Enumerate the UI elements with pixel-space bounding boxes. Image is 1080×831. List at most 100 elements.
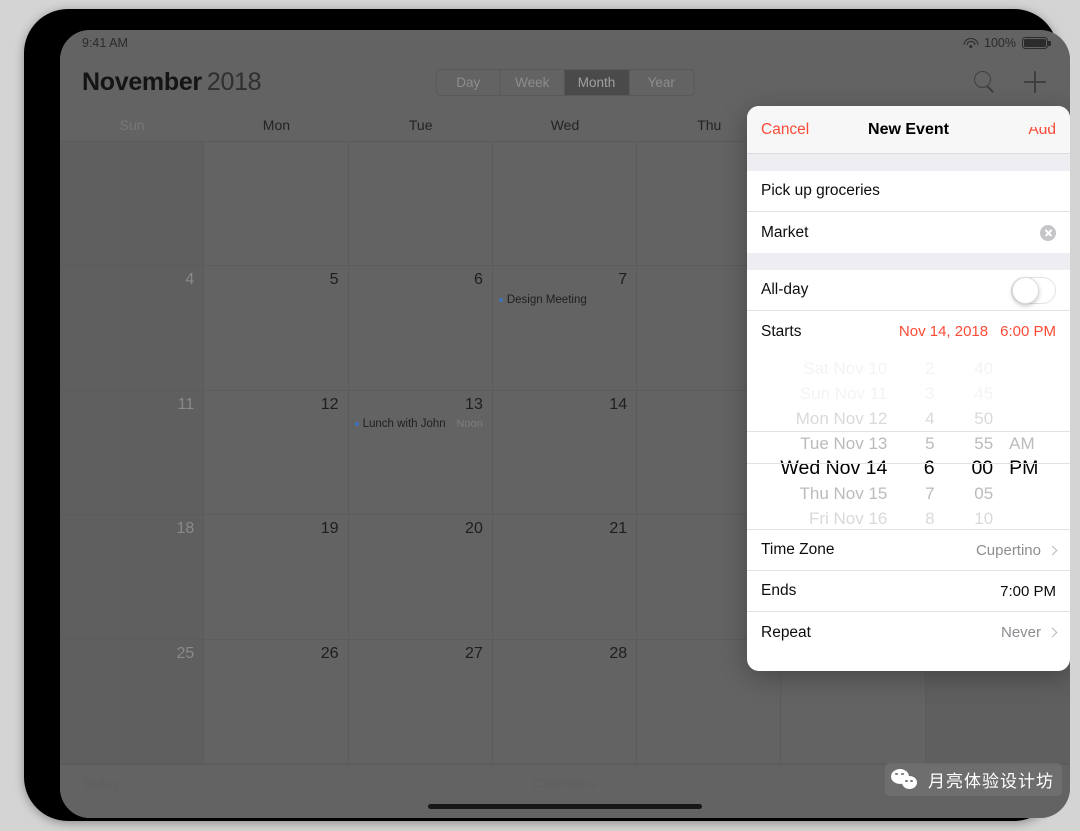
location-field-row[interactable]: Market <box>747 212 1070 253</box>
picker-ampm-item[interactable] <box>999 381 1070 406</box>
plus-icon[interactable] <box>1022 69 1048 95</box>
day-cell[interactable]: 28 <box>492 639 638 764</box>
picker-day-item[interactable]: Tue Nov 13 <box>747 431 893 456</box>
day-cell[interactable]: 4 <box>60 266 205 391</box>
day-cell[interactable]: 19 <box>204 515 349 640</box>
day-number: 13 <box>465 395 483 413</box>
picker-hour-item[interactable]: 6 <box>893 456 940 481</box>
status-bar-time: 9:41 AM <box>82 36 128 50</box>
picker-day-item[interactable]: Sun Nov 11 <box>747 381 893 406</box>
today-button[interactable]: Today <box>82 775 119 791</box>
picker-ampm-item[interactable] <box>999 481 1070 506</box>
weekday-header-wed: Wed <box>550 116 580 133</box>
day-cell[interactable]: 14 <box>492 390 638 516</box>
time-zone-label: Time Zone <box>761 541 835 558</box>
day-cell[interactable]: 18 <box>60 515 205 640</box>
starts-row[interactable]: Starts Nov 14, 2018 6:00 PM <box>747 311 1070 352</box>
details-group: Pick up groceries Market <box>747 171 1070 253</box>
picker-day-item[interactable]: Fri Nov 16 <box>747 506 893 529</box>
repeat-row[interactable]: Repeat Never <box>747 612 1070 653</box>
day-number: 20 <box>465 520 483 538</box>
all-day-toggle[interactable] <box>1011 276 1056 304</box>
title-field-row[interactable]: Pick up groceries <box>747 171 1070 212</box>
day-cell[interactable]: 11 <box>60 390 205 516</box>
picker-hour-item[interactable]: 2 <box>893 356 940 381</box>
picker-minute-item[interactable]: 10 <box>941 506 1000 529</box>
day-cell[interactable]: 6 <box>348 266 493 391</box>
picker-hour-item[interactable]: 7 <box>893 481 940 506</box>
picker-column-day[interactable]: Sat Nov 10 Sun Nov 11 Mon Nov 12 Tue Nov 13… <box>747 356 893 529</box>
day-cell[interactable] <box>60 142 205 267</box>
popover-title: New Event <box>868 120 949 138</box>
device-frame: 9:41 AM 100% November 2018 Day Week Month… <box>24 9 1070 821</box>
ends-value: 7:00 PM <box>1000 582 1056 600</box>
day-cell[interactable]: 7 Design Meeting <box>492 266 638 391</box>
day-cell[interactable]: 5 <box>204 266 349 391</box>
picker-day-item[interactable]: Wed Nov 14 <box>747 456 893 481</box>
home-indicator[interactable] <box>428 804 702 809</box>
day-cell[interactable]: 25 <box>60 639 205 764</box>
picker-selection-top-line <box>747 431 1070 432</box>
picker-ampm-item[interactable] <box>999 406 1070 431</box>
weekday-header-mon: Mon <box>262 116 291 133</box>
cancel-button[interactable]: Cancel <box>761 121 809 139</box>
picker-minute-item[interactable]: 40 <box>941 356 1000 381</box>
picker-ampm-item[interactable] <box>999 506 1070 529</box>
day-number: 21 <box>609 520 628 538</box>
day-number: 18 <box>176 520 195 538</box>
day-cell[interactable] <box>204 142 349 267</box>
segment-day[interactable]: Day <box>437 69 501 95</box>
picker-column-hour[interactable]: 2345678910 <box>893 356 940 529</box>
picker-hour-item[interactable]: 4 <box>893 406 940 431</box>
starts-date-value[interactable]: Nov 14, 2018 <box>899 323 988 340</box>
title-field-value[interactable]: Pick up groceries <box>761 182 880 200</box>
day-cell[interactable]: 26 <box>204 639 349 764</box>
day-cell[interactable]: 27 <box>348 639 493 764</box>
search-icon[interactable] <box>972 69 998 95</box>
clear-circle-icon[interactable] <box>1040 224 1056 241</box>
picker-ampm-item[interactable]: AM <box>999 431 1070 456</box>
picker-day-item[interactable]: Sat Nov 10 <box>747 356 893 381</box>
picker-day-item[interactable]: Thu Nov 15 <box>747 481 893 506</box>
picker-minute-item[interactable]: 05 <box>941 481 1000 506</box>
day-cell[interactable]: 12 <box>204 390 349 516</box>
picker-minute-item[interactable]: 00 <box>941 456 1000 481</box>
navigation-bar: November 2018 Day Week Month Year <box>60 56 1070 108</box>
day-cell[interactable] <box>348 142 493 267</box>
picker-minute-item[interactable]: 45 <box>941 381 1000 406</box>
picker-hour-item[interactable]: 8 <box>893 506 940 529</box>
picker-column-minute[interactable]: 404550550005101520 <box>941 356 1000 529</box>
picker-column-ampm[interactable]: AM PM <box>999 356 1070 529</box>
day-cell[interactable]: 20 <box>348 515 493 640</box>
picker-hour-item[interactable]: 3 <box>893 381 940 406</box>
picker-minute-item[interactable]: 55 <box>941 431 1000 456</box>
calendar-event[interactable]: Lunch with John Noon <box>354 418 483 430</box>
device-screen: 9:41 AM 100% November 2018 Day Week Month… <box>60 30 1070 818</box>
month-label: November <box>82 67 202 96</box>
picker-ampm-item[interactable]: PM <box>999 456 1070 481</box>
date-time-picker[interactable]: Sat Nov 10 Sun Nov 11 Mon Nov 12 Tue Nov 13… <box>747 352 1070 530</box>
day-number: 6 <box>473 271 483 289</box>
picker-selection-bottom-line <box>747 463 1070 464</box>
view-mode-segmented-control[interactable]: Day Week Month Year <box>435 68 695 96</box>
picker-day-item[interactable]: Mon Nov 12 <box>747 406 893 431</box>
starts-time-value[interactable]: 6:00 PM <box>1000 323 1056 340</box>
segment-month[interactable]: Month <box>564 69 630 95</box>
picker-minute-item[interactable]: 50 <box>941 406 1000 431</box>
day-cell[interactable] <box>492 142 638 267</box>
picker-hour-item[interactable]: 5 <box>893 431 940 456</box>
day-cell[interactable]: 13 Lunch with John Noon <box>348 390 493 516</box>
calendars-button[interactable]: Calendars <box>533 775 597 791</box>
all-day-row[interactable]: All-day <box>747 270 1070 311</box>
segment-year[interactable]: Year <box>629 70 693 95</box>
year-label: 2018 <box>206 67 262 96</box>
day-number: 4 <box>185 271 195 289</box>
time-zone-row[interactable]: Time Zone Cupertino <box>747 530 1070 571</box>
segment-week[interactable]: Week <box>501 69 565 95</box>
ends-row[interactable]: Ends 7:00 PM <box>747 571 1070 612</box>
day-cell[interactable]: 21 <box>492 515 638 640</box>
weekday-header-sun: Sun <box>119 116 145 133</box>
calendar-event[interactable]: Design Meeting <box>498 294 627 306</box>
picker-ampm-item[interactable] <box>999 356 1070 381</box>
location-field-value[interactable]: Market <box>761 224 808 242</box>
